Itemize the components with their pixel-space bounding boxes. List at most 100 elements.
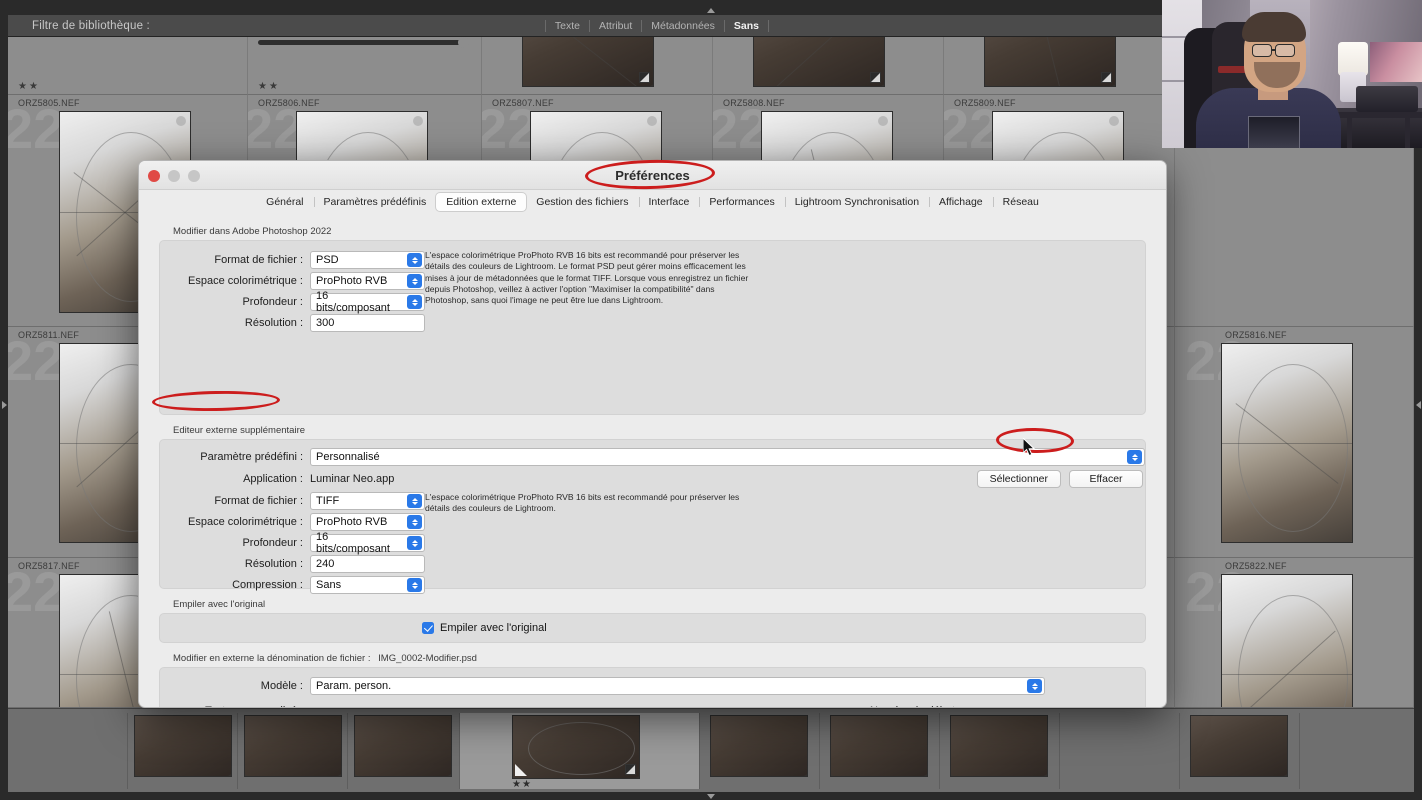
filmstrip-item[interactable] [8,713,128,789]
develop-badge-icon[interactable] [1101,72,1112,83]
application-buttons: Sélectionner Effacer [976,470,1145,488]
primary-color-space-select[interactable]: ProPhoto RVB [310,272,425,290]
chevron-updown-icon[interactable] [407,295,422,309]
tab-general[interactable]: Général [256,193,313,211]
chevron-updown-icon[interactable] [1027,679,1042,693]
photo-thumbnail[interactable] [512,715,640,779]
tab-presets[interactable]: Paramètres prédéfinis [313,193,437,211]
filmstrip-item[interactable] [1060,713,1180,789]
zoom-window-icon[interactable] [188,170,200,182]
filter-option-metadonnees[interactable]: Métadonnées [641,19,724,32]
thumbnail-art [523,37,653,86]
filmstrip-item[interactable] [238,713,348,789]
photo-badge-icon[interactable] [647,116,657,126]
photo-badge-icon[interactable] [1109,116,1119,126]
primary-bit-depth-value: 16 bits/composant [316,290,390,314]
template-select[interactable]: Param. person. [310,677,1045,695]
filmstrip-item-selected[interactable]: ★★ [460,713,700,790]
grid-cell[interactable]: ★★ [8,37,248,95]
grid-cell[interactable]: 22 ORZ5822.NEF [1175,558,1414,708]
chevron-updown-icon[interactable] [407,578,422,592]
chevron-updown-icon[interactable] [407,274,422,288]
photo-thumbnail[interactable] [753,37,885,87]
photo-badge-icon[interactable] [878,116,888,126]
dialog-titlebar[interactable]: Préférences [139,161,1166,190]
additional-editor-note: L'espace colorimétrique ProPhoto RVB 16 … [425,492,740,514]
primary-color-space-label: Espace colorimétrique : [188,275,303,287]
grid-index-number: 22 [8,97,65,160]
additional-bit-depth-select[interactable]: 16 bits/composant [310,531,425,555]
grid-cell[interactable] [482,37,713,95]
photo-thumbnail[interactable] [1190,715,1288,777]
filmstrip-item[interactable] [1180,713,1300,789]
filmstrip-item[interactable] [348,713,460,789]
minimize-window-icon[interactable] [168,170,180,182]
filter-option-texte[interactable]: Texte [544,19,589,32]
tab-interface[interactable]: Interface [638,193,700,211]
tab-network[interactable]: Réseau [992,193,1049,211]
additional-resolution-input[interactable]: 240 [310,555,425,573]
tab-display[interactable]: Affichage [929,193,993,211]
grid-cell[interactable] [944,37,1175,95]
filter-option-attribut[interactable]: Attribut [588,19,641,32]
preferences-dialog[interactable]: Préférences Général Paramètres prédéfini… [138,160,1167,708]
photo-badge-icon[interactable] [176,116,186,126]
additional-file-format-select[interactable]: TIFF [310,492,425,510]
preferences-body: Modifier dans Adobe Photoshop 2022 Forma… [139,214,1166,707]
clear-application-button[interactable]: Effacer [1069,470,1143,488]
stack-checkbox[interactable] [422,622,434,634]
grid-scrollbar[interactable] [258,37,469,48]
filmstrip-item[interactable] [700,713,820,789]
chevron-updown-icon[interactable] [407,515,422,529]
grid-cell[interactable] [713,37,944,95]
primary-resolution-input[interactable]: 300 [310,314,425,332]
preset-select[interactable]: Personnalisé [310,448,1145,466]
close-window-icon[interactable] [148,170,160,182]
photo-thumbnail[interactable] [244,715,342,777]
tab-external-editing[interactable]: Edition externe [436,193,527,211]
photo-thumbnail[interactable] [950,715,1048,777]
window-controls[interactable] [148,170,200,182]
tab-file-handling[interactable]: Gestion des fichiers [526,193,638,211]
photo-thumbnail[interactable] [134,715,232,777]
select-application-button[interactable]: Sélectionner [976,470,1061,488]
collapse-top-panel-icon[interactable] [702,6,720,14]
grid-cell[interactable]: ★★ [248,37,482,95]
chevron-updown-icon[interactable] [407,494,422,508]
crop-badge-icon[interactable] [515,764,527,776]
preferences-tabs[interactable]: Général Paramètres prédéfinis Edition ex… [139,190,1166,214]
photo-badge-icon[interactable] [413,116,423,126]
photo-thumbnail[interactable] [354,715,452,777]
additional-compression-select[interactable]: Sans [310,576,425,594]
photo-thumbnail[interactable] [1221,343,1353,543]
tab-performance[interactable]: Performances [699,193,784,211]
additional-color-space-select[interactable]: ProPhoto RVB [310,513,425,531]
develop-badge-icon[interactable] [639,72,650,83]
collapse-right-panel-icon[interactable] [1414,396,1422,414]
collapse-bottom-panel-icon[interactable] [702,792,720,800]
filmstrip-item[interactable] [940,713,1060,789]
collapse-left-panel-icon[interactable] [0,396,8,414]
grid-cell[interactable]: 22 ORZ5816.NEF [1175,327,1414,558]
photo-thumbnail[interactable] [984,37,1116,87]
chevron-updown-icon[interactable] [1127,450,1142,464]
photo-thumbnail[interactable] [1221,574,1353,707]
develop-badge-icon[interactable] [870,72,881,83]
primary-bit-depth-select[interactable]: 16 bits/composant [310,290,425,314]
photo-thumbnail[interactable] [522,37,654,87]
thumbnail-art [985,37,1115,86]
filmstrip-item[interactable] [820,713,940,789]
primary-file-format-select[interactable]: PSD [310,251,425,269]
filter-option-sans[interactable]: Sans [723,19,769,32]
photo-thumbnail[interactable] [710,715,808,777]
develop-badge-icon[interactable] [625,764,636,775]
preset-label: Paramètre prédéfini : [200,451,303,463]
filmstrip[interactable]: ★★ [8,708,1414,792]
stack-checkbox-row[interactable]: Empiler avec l'original [160,614,1145,642]
chevron-updown-icon[interactable] [407,253,422,267]
tab-lightroom-sync[interactable]: Lightroom Synchronisation [784,193,929,211]
photo-thumbnail[interactable] [830,715,928,777]
chevron-updown-icon[interactable] [407,536,422,550]
template-value: Param. person. [316,680,392,692]
filmstrip-item[interactable] [128,713,238,789]
